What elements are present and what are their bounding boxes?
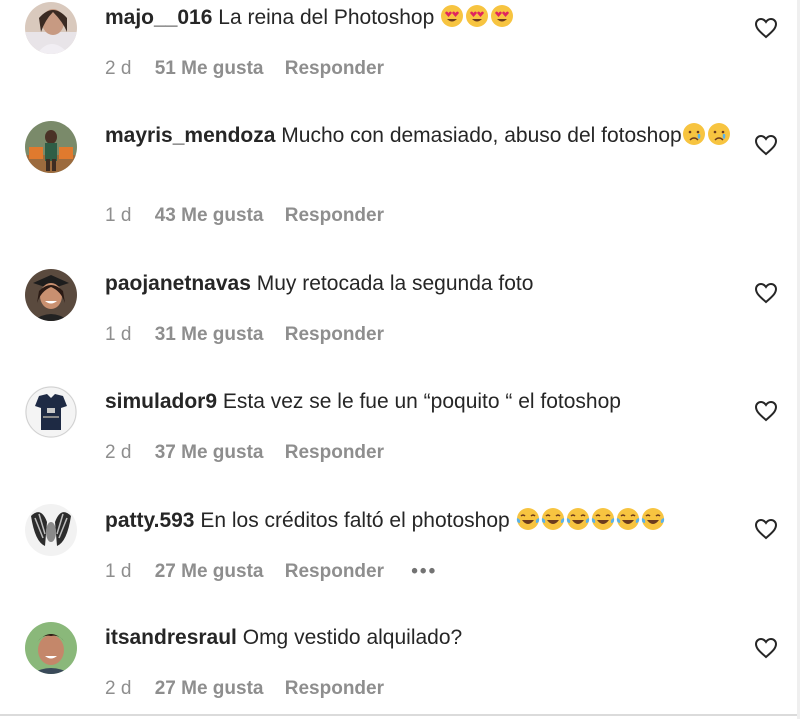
tears-of-joy-emoji: [516, 508, 539, 530]
avatar[interactable]: [25, 269, 77, 321]
comment-text: simulador9 Esta vez se le fue un “poquit…: [105, 387, 735, 416]
tears-of-joy-emoji: [591, 508, 614, 530]
reply-button[interactable]: Responder: [285, 324, 384, 345]
comment-body: La reina del Photoshop: [218, 6, 435, 29]
avatar[interactable]: [25, 386, 77, 438]
avatar[interactable]: [25, 622, 77, 674]
comment-text: itsandresraul Omg vestido alquilado?: [105, 623, 735, 652]
comment-likes[interactable]: 27 Me gusta: [155, 678, 264, 699]
avatar[interactable]: [25, 121, 77, 173]
comment-username[interactable]: itsandresraul: [105, 626, 237, 649]
comment-meta: 2 d 37 Me gusta Responder: [105, 441, 400, 465]
comment-body: Omg vestido alquilado?: [242, 626, 463, 649]
reply-button[interactable]: Responder: [285, 561, 384, 582]
comment-text: patty.593 En los créditos faltó el photo…: [105, 506, 735, 535]
heart-outline-icon[interactable]: [754, 282, 778, 304]
comment-meta: 2 d 51 Me gusta Responder: [105, 57, 400, 81]
comment-username[interactable]: mayris_mendoza: [105, 124, 275, 147]
reply-button[interactable]: Responder: [285, 442, 384, 463]
comment-time[interactable]: 2 d: [105, 442, 131, 463]
heart-outline-icon[interactable]: [754, 637, 778, 659]
tears-of-joy-emoji: [541, 508, 564, 530]
comment-username[interactable]: paojanetnavas: [105, 272, 251, 295]
comment-meta: 2 d 27 Me gusta Responder: [105, 677, 400, 701]
comment-text: mayris_mendoza Mucho con demasiado, abus…: [105, 121, 735, 150]
heart-eyes-emoji: [441, 5, 464, 27]
comment-body: En los créditos faltó el photoshop: [200, 509, 510, 532]
crying-face-emoji: [682, 123, 705, 145]
comment-text: majo__016 La reina del Photoshop: [105, 3, 735, 32]
comment-meta: 1 d 31 Me gusta Responder: [105, 323, 400, 347]
comment-time[interactable]: 2 d: [105, 58, 131, 79]
heart-outline-icon[interactable]: [754, 17, 778, 39]
comment-username[interactable]: majo__016: [105, 6, 212, 29]
tears-of-joy-emoji: [616, 508, 639, 530]
avatar[interactable]: [25, 2, 77, 54]
heart-outline-icon[interactable]: [754, 134, 778, 156]
reply-button[interactable]: Responder: [285, 678, 384, 699]
comment-username[interactable]: patty.593: [105, 509, 195, 532]
comment-body: Muy retocada la segunda foto: [256, 272, 534, 295]
tears-of-joy-emoji: [566, 508, 589, 530]
heart-eyes-emoji: [491, 5, 514, 27]
comment-body: Mucho con demasiado, abuso del fotoshop: [281, 124, 682, 147]
heart-eyes-emoji-group: [440, 5, 515, 29]
comment-likes[interactable]: 43 Me gusta: [155, 205, 264, 226]
comment-time[interactable]: 1 d: [105, 205, 131, 226]
heart-outline-icon[interactable]: [754, 400, 778, 422]
comment-likes[interactable]: 31 Me gusta: [155, 324, 264, 345]
crying-face-emoji: [707, 123, 730, 145]
comment-time[interactable]: 1 d: [105, 561, 131, 582]
comment-likes[interactable]: 27 Me gusta: [155, 561, 264, 582]
heart-outline-icon[interactable]: [754, 518, 778, 540]
divider: [0, 714, 800, 716]
heart-eyes-emoji: [466, 5, 489, 27]
more-options-icon[interactable]: •••: [411, 561, 437, 582]
reply-button[interactable]: Responder: [285, 58, 384, 79]
comment-text: paojanetnavas Muy retocada la segunda fo…: [105, 269, 735, 298]
comment-likes[interactable]: 37 Me gusta: [155, 442, 264, 463]
comment-time[interactable]: 1 d: [105, 324, 131, 345]
comment-body: Esta vez se le fue un “poquito “ el foto…: [222, 390, 621, 413]
comment-time[interactable]: 2 d: [105, 678, 131, 699]
avatar[interactable]: [25, 504, 77, 556]
comment-username[interactable]: simulador9: [105, 390, 217, 413]
tears-of-joy-emoji-group: [516, 508, 666, 532]
comment-likes[interactable]: 51 Me gusta: [155, 58, 264, 79]
tears-of-joy-emoji: [641, 508, 664, 530]
reply-button[interactable]: Responder: [285, 205, 384, 226]
comment-meta: 1 d 43 Me gusta Responder: [105, 204, 400, 228]
comment-meta: 1 d 27 Me gusta Responder •••: [105, 560, 453, 584]
crying-face-emoji-group: [682, 123, 732, 147]
